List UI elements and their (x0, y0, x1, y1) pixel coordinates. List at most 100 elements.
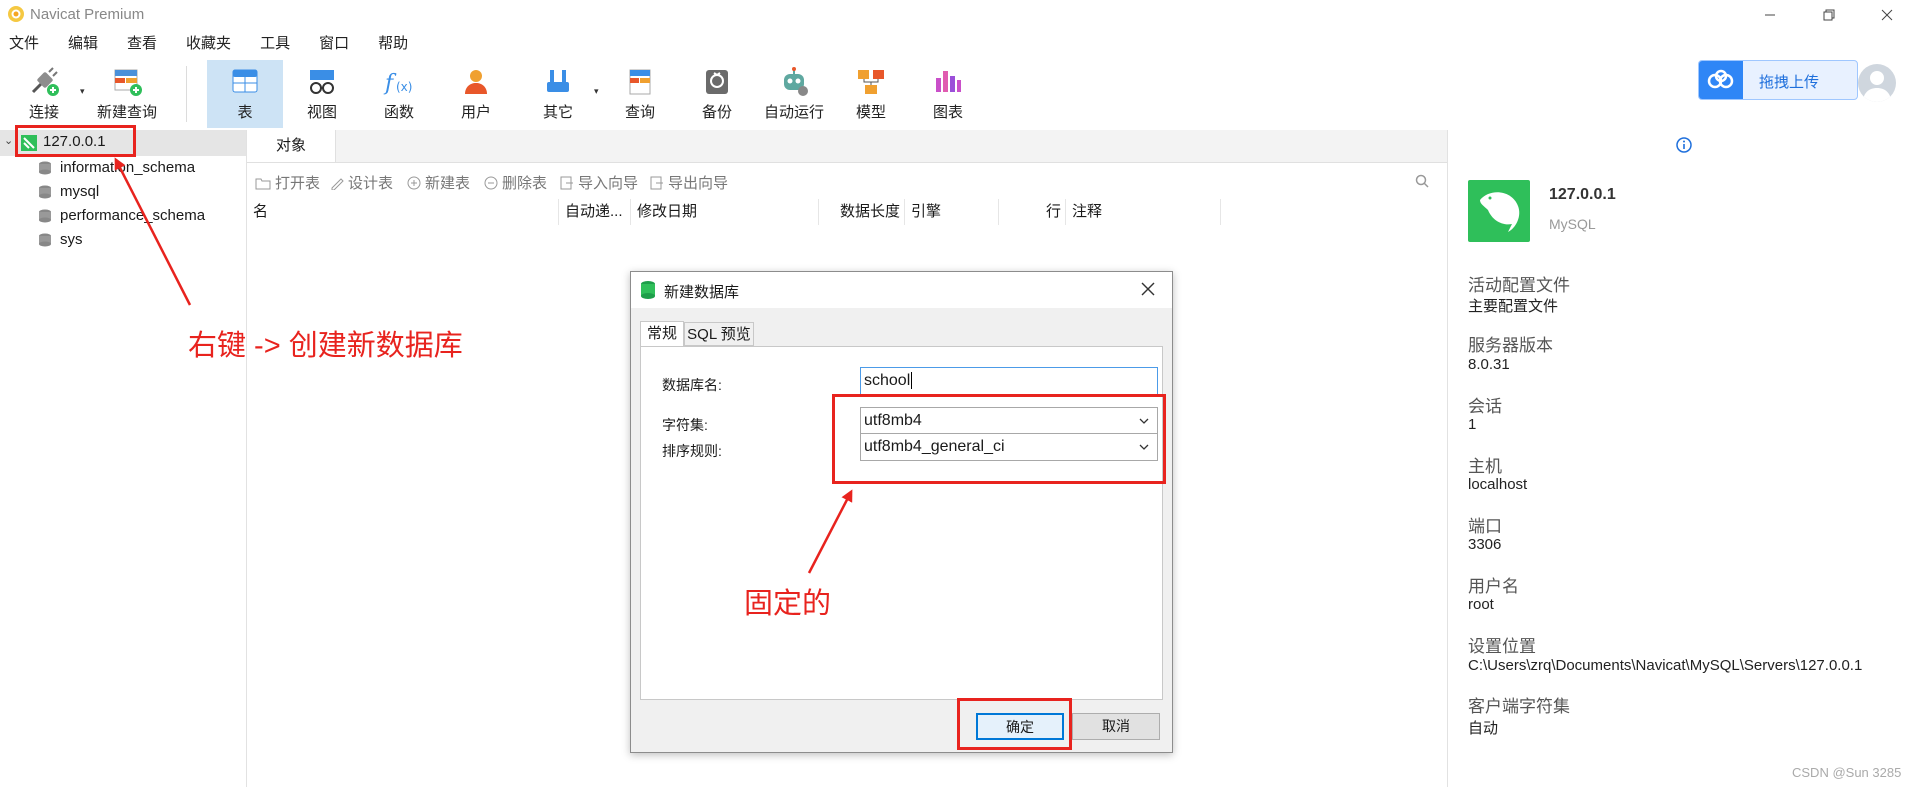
remove-icon (484, 176, 498, 189)
menu-tools[interactable]: 工具 (251, 30, 302, 58)
prop-label-settings-location: 设置位置 (1468, 637, 1536, 656)
db-name-input[interactable]: school (860, 367, 1158, 395)
restore-button[interactable] (1806, 0, 1852, 30)
prop-value-settings-location: C:\Users\zrq\Documents\Navicat\MySQL\Ser… (1468, 657, 1863, 674)
menu-help[interactable]: 帮助 (369, 30, 420, 58)
user-label: 用户 (460, 104, 491, 121)
chart-label: 图表 (932, 104, 963, 121)
import-icon (560, 176, 573, 189)
prop-value-active-profile: 主要配置文件 (1468, 298, 1559, 315)
model-button[interactable]: 模型 (833, 60, 909, 128)
column-modified-date[interactable]: 修改日期 (631, 199, 819, 225)
view-icon (310, 70, 334, 94)
connect-button[interactable]: 连接 (6, 60, 82, 128)
object-toolbar: 打开表 设计表 新建表 删除表 导入向导 导出向导 (247, 168, 1447, 196)
prop-value-sessions: 1 (1468, 416, 1477, 433)
chart-button[interactable]: 图表 (910, 60, 986, 128)
export-wizard-button[interactable]: 导出向导 (650, 172, 728, 193)
new-query-button[interactable]: 新建查询 (88, 60, 166, 128)
svg-text:(x): (x) (396, 80, 412, 94)
import-wizard-button[interactable]: 导入向导 (560, 172, 638, 193)
tree-item-database[interactable]: performance_schema (0, 204, 246, 228)
title-bar: Navicat Premium (0, 0, 1920, 30)
backup-label: 备份 (701, 104, 732, 121)
database-name: performance_schema (60, 207, 206, 224)
prop-label-client-charset: 客户端字符集 (1468, 697, 1570, 716)
menu-window[interactable]: 窗口 (310, 30, 361, 58)
dialog-title: 新建数据库 (664, 284, 740, 301)
prop-value-server-version: 8.0.31 (1468, 356, 1510, 373)
backup-button[interactable]: 备份 (679, 60, 755, 128)
pencil-icon (331, 177, 344, 190)
auto-run-button[interactable]: 自动运行 (756, 60, 832, 128)
database-icon (39, 161, 51, 175)
column-data-length[interactable]: 数据长度 (819, 199, 905, 225)
database-name: sys (60, 231, 83, 248)
open-table-label: 打开表 (275, 175, 321, 192)
toolbar-divider (186, 66, 187, 122)
menu-bar: 文件 编辑 查看 收藏夹 工具 窗口 帮助 (0, 30, 1920, 58)
info-icon[interactable] (1676, 137, 1692, 153)
close-window-button[interactable] (1864, 0, 1910, 30)
table-label: 表 (237, 104, 253, 121)
view-button[interactable]: 视图 (284, 60, 360, 128)
server-name: 127.0.0.1 (1549, 186, 1616, 203)
highlight-ok-box (957, 698, 1072, 750)
column-auto-increment[interactable]: 自动递... (559, 199, 631, 225)
mysql-dolphin-icon (1468, 180, 1530, 242)
design-table-button[interactable]: 设计表 (330, 172, 393, 193)
cancel-button[interactable]: 取消 (1072, 713, 1160, 740)
other-button[interactable]: 其它 (520, 60, 596, 128)
close-icon (1141, 282, 1155, 296)
other-dropdown-icon[interactable]: ▾ (594, 86, 599, 97)
prop-value-port: 3306 (1468, 536, 1502, 553)
other-tools-icon (547, 70, 569, 92)
open-table-icon (255, 178, 271, 189)
highlight-charset-box (832, 394, 1166, 484)
avatar[interactable] (1858, 64, 1896, 102)
search-icon[interactable] (1415, 174, 1429, 188)
dialog-title-bar: 新建数据库 (631, 272, 1172, 308)
function-button[interactable]: f (x) 函数 (361, 60, 437, 128)
column-engine[interactable]: 引擎 (905, 199, 999, 225)
column-name[interactable]: 名 (247, 199, 559, 225)
dialog-close-button[interactable] (1141, 279, 1155, 302)
delete-table-button[interactable]: 删除表 (484, 172, 547, 193)
tab-objects[interactable]: 对象 (247, 130, 336, 162)
table-button[interactable]: 表 (207, 60, 283, 128)
cloud-icon (1699, 61, 1743, 99)
database-name: mysql (60, 183, 100, 200)
new-table-button[interactable]: 新建表 (407, 172, 470, 193)
user-button[interactable]: 用户 (438, 60, 514, 128)
column-comment[interactable]: 注释 (1066, 199, 1221, 225)
backup-icon (706, 70, 728, 94)
column-rows[interactable]: 行 (999, 199, 1066, 225)
minimize-button[interactable] (1747, 0, 1793, 30)
chart-icon (936, 71, 961, 92)
collapse-chevron-icon[interactable]: ⌄ (4, 134, 13, 147)
navicat-logo-icon (8, 6, 24, 22)
new-query-label: 新建查询 (96, 104, 157, 121)
query-label: 查询 (624, 104, 655, 121)
menu-edit[interactable]: 编辑 (59, 30, 110, 58)
tree-item-database[interactable]: mysql (0, 180, 246, 204)
tab-general[interactable]: 常规 (640, 321, 684, 347)
query-button[interactable]: 查询 (602, 60, 678, 128)
menu-favorites[interactable]: 收藏夹 (177, 30, 243, 58)
menu-view[interactable]: 查看 (118, 30, 169, 58)
tree-item-database[interactable]: information_schema (0, 156, 246, 180)
connect-dropdown-icon[interactable]: ▾ (80, 86, 85, 97)
tab-sql-preview[interactable]: SQL 预览 (684, 322, 754, 346)
prop-label-server-version: 服务器版本 (1468, 336, 1553, 355)
prop-label-host: 主机 (1468, 457, 1502, 476)
drag-upload-button[interactable]: 拖拽上传 (1698, 60, 1858, 100)
menu-file[interactable]: 文件 (0, 30, 51, 58)
annotation-right-click: 右键 -> 创建新数据库 (188, 330, 463, 362)
prop-value-host: localhost (1468, 476, 1528, 493)
export-icon (650, 176, 663, 189)
collation-label: 排序规则: (662, 443, 722, 459)
tree-item-database[interactable]: sys (0, 228, 246, 252)
function-icon: f (x) (383, 71, 412, 96)
svg-text:f: f (383, 71, 397, 96)
open-table-button[interactable]: 打开表 (255, 172, 320, 193)
